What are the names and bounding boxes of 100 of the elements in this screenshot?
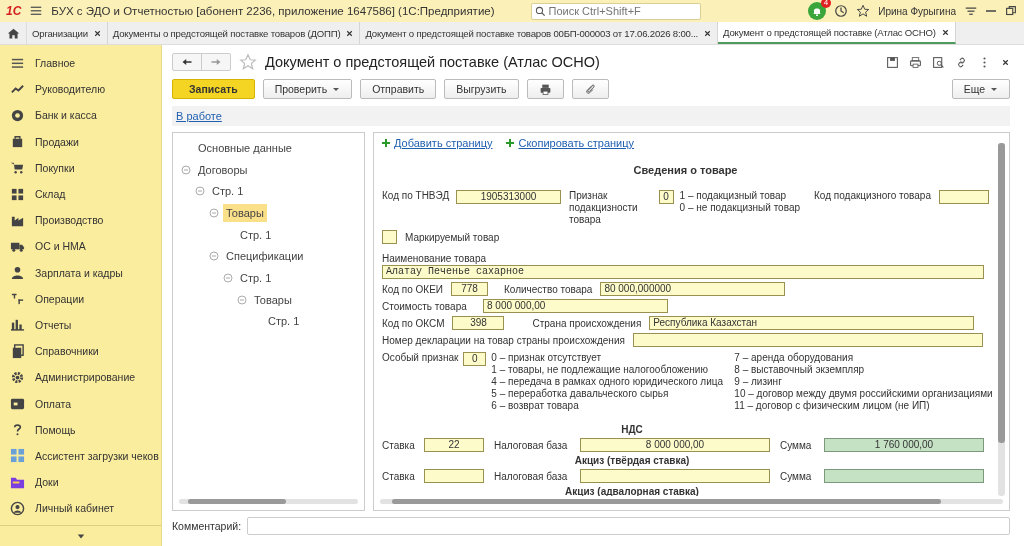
input-field[interactable]: 80 000,000000 (600, 282, 786, 296)
sidebar-item[interactable]: Руководителю (0, 76, 161, 103)
user-name[interactable]: Ирина Фурыгина (878, 5, 956, 17)
field-label: Налоговая база (494, 470, 569, 482)
preview-icon (932, 55, 945, 69)
option-text: 4 – передача в рамках одного юридического лица (491, 376, 725, 388)
search-field[interactable]: Поиск Ctrl+Shift+F (530, 2, 701, 20)
sidebar-item[interactable]: Покупки (0, 154, 161, 181)
input-field[interactable]: 8 000 000,00 (483, 299, 668, 313)
tree-item[interactable]: Спецификации (223, 247, 307, 266)
field-label: Номер декларации на товар страны происхождения (382, 334, 625, 346)
wallet-icon (10, 396, 25, 412)
sidebar-item[interactable]: Операции (0, 285, 161, 312)
option-text: 10 – договор между двумя российскими организациями (734, 388, 993, 400)
printer-icon (538, 82, 552, 96)
field-label: Особый признак (382, 352, 459, 363)
comment-field[interactable] (247, 517, 1010, 535)
caret-icon (990, 86, 998, 92)
checkbox[interactable] (382, 230, 397, 244)
option-text: 6 – возврат товара (491, 400, 580, 412)
sum-field[interactable]: 1 760 000,00 (824, 438, 984, 452)
tree-item[interactable]: Товары (251, 290, 295, 309)
link-icon (955, 55, 968, 69)
input-field[interactable]: 1905313000 (456, 190, 561, 204)
sidebar-item[interactable]: Главное (0, 50, 161, 77)
sidebar-item[interactable]: Администрирование (0, 364, 161, 391)
field-label: Налоговая база (494, 439, 569, 451)
toolbar-button[interactable]: Отправить (360, 79, 437, 99)
input-field[interactable]: Республика Казахстан (649, 316, 975, 330)
input-field[interactable]: 0 (658, 190, 674, 204)
option-text: 0 – не подакцизный товар (679, 202, 800, 214)
horizontal-scrollbar[interactable] (380, 496, 1003, 506)
field-label: Количество товара (504, 283, 593, 295)
tree-item[interactable]: Стр. 1 (237, 268, 275, 287)
input-field[interactable] (580, 469, 770, 483)
tree-item[interactable]: Договоры (195, 160, 251, 179)
print-button[interactable] (526, 79, 564, 99)
tab[interactable]: Документ о предстоящей поставке (Атлас ОСНО) (718, 22, 956, 44)
toolbar-button[interactable]: Выгрузить (444, 79, 519, 99)
plus-icon (382, 139, 390, 147)
minimize-icon (986, 10, 996, 12)
sidebar-item[interactable]: Производство (0, 207, 161, 234)
field-label: Признак подакцизности товара (569, 190, 639, 226)
sidebar-item[interactable]: Банк и касса (0, 102, 161, 129)
page-action-link[interactable]: Добавить страницу (394, 137, 493, 149)
sidebar-item[interactable]: Ассистент загрузки чеков (0, 442, 161, 469)
input-field[interactable]: 0 (463, 352, 487, 366)
sidebar-item[interactable]: Личный кабинет (0, 495, 161, 522)
option-text: 7 – аренда оборудования (734, 352, 855, 364)
input-field[interactable] (939, 190, 989, 204)
check-button[interactable]: Проверить (262, 79, 353, 99)
sidebar-item[interactable]: ОС и НМА (0, 233, 161, 260)
document-title: Документ о предстоящей поставке (Атлас ОСНО) (265, 54, 600, 70)
sidebar-item[interactable]: Отчеты (0, 311, 161, 339)
input-field[interactable]: Алатау Печенье сахарное (382, 265, 984, 279)
tree-item[interactable]: Основные данные (195, 138, 295, 157)
sidebar-item[interactable]: Помощь (0, 416, 161, 443)
notification-count: 4 (820, 0, 832, 8)
collapse-icon (195, 186, 205, 197)
tree-item[interactable]: Стр. 1 (237, 225, 275, 244)
person-icon (10, 265, 25, 281)
tree-item[interactable]: Стр. 1 (209, 182, 247, 201)
field-label: Код по ОКЕИ (382, 283, 443, 295)
horizontal-scrollbar[interactable] (179, 496, 358, 506)
close-icon (92, 28, 102, 38)
input-field[interactable]: 398 (452, 316, 505, 330)
bag-icon (10, 134, 25, 150)
collapse-icon (181, 164, 191, 175)
input-field[interactable]: 8 000 000,00 (580, 438, 770, 452)
sidebar-item[interactable]: Зарплата и кадры (0, 259, 161, 286)
tiles-icon (10, 448, 25, 464)
sidebar-item[interactable]: Продажи (0, 128, 161, 155)
close-icon (345, 28, 355, 38)
option-text: 5 – переработка давальческого сырья (491, 388, 670, 400)
input-field[interactable]: 22 (424, 438, 484, 452)
field-label: Сумма (780, 439, 813, 451)
search-icon (534, 5, 546, 17)
sidebar-item[interactable]: Оплата (0, 390, 161, 417)
input-field[interactable] (632, 333, 983, 347)
field-label: Наименование товара (382, 253, 486, 264)
input-field[interactable] (424, 469, 484, 483)
sum-field[interactable] (824, 469, 984, 483)
sidebar-item[interactable]: Справочники (0, 338, 161, 365)
field-label: Сумма (780, 470, 813, 482)
input-field[interactable]: 778 (451, 282, 488, 296)
app-logo: 1С (6, 4, 22, 18)
save-button[interactable]: Записать (172, 79, 255, 99)
tree-item[interactable]: Товары (223, 203, 267, 222)
paperclip-icon (583, 82, 597, 96)
tree-item[interactable]: Стр. 1 (265, 312, 303, 331)
more-button[interactable]: Еще (951, 79, 1010, 99)
field-label: Код подакцизного товара (814, 190, 931, 201)
page-action-link[interactable]: Скопировать страницу (518, 137, 635, 149)
sidebar-item[interactable]: Склад (0, 180, 161, 208)
caret-icon (332, 86, 341, 92)
sidebar-item[interactable]: Доки (0, 469, 161, 496)
option-text: 1 – товары, не подлежащие налогообложению (491, 364, 709, 376)
field-label: Стоимость товара (382, 300, 468, 312)
attach-button[interactable] (571, 79, 609, 99)
status-link[interactable]: В работе (176, 110, 222, 122)
